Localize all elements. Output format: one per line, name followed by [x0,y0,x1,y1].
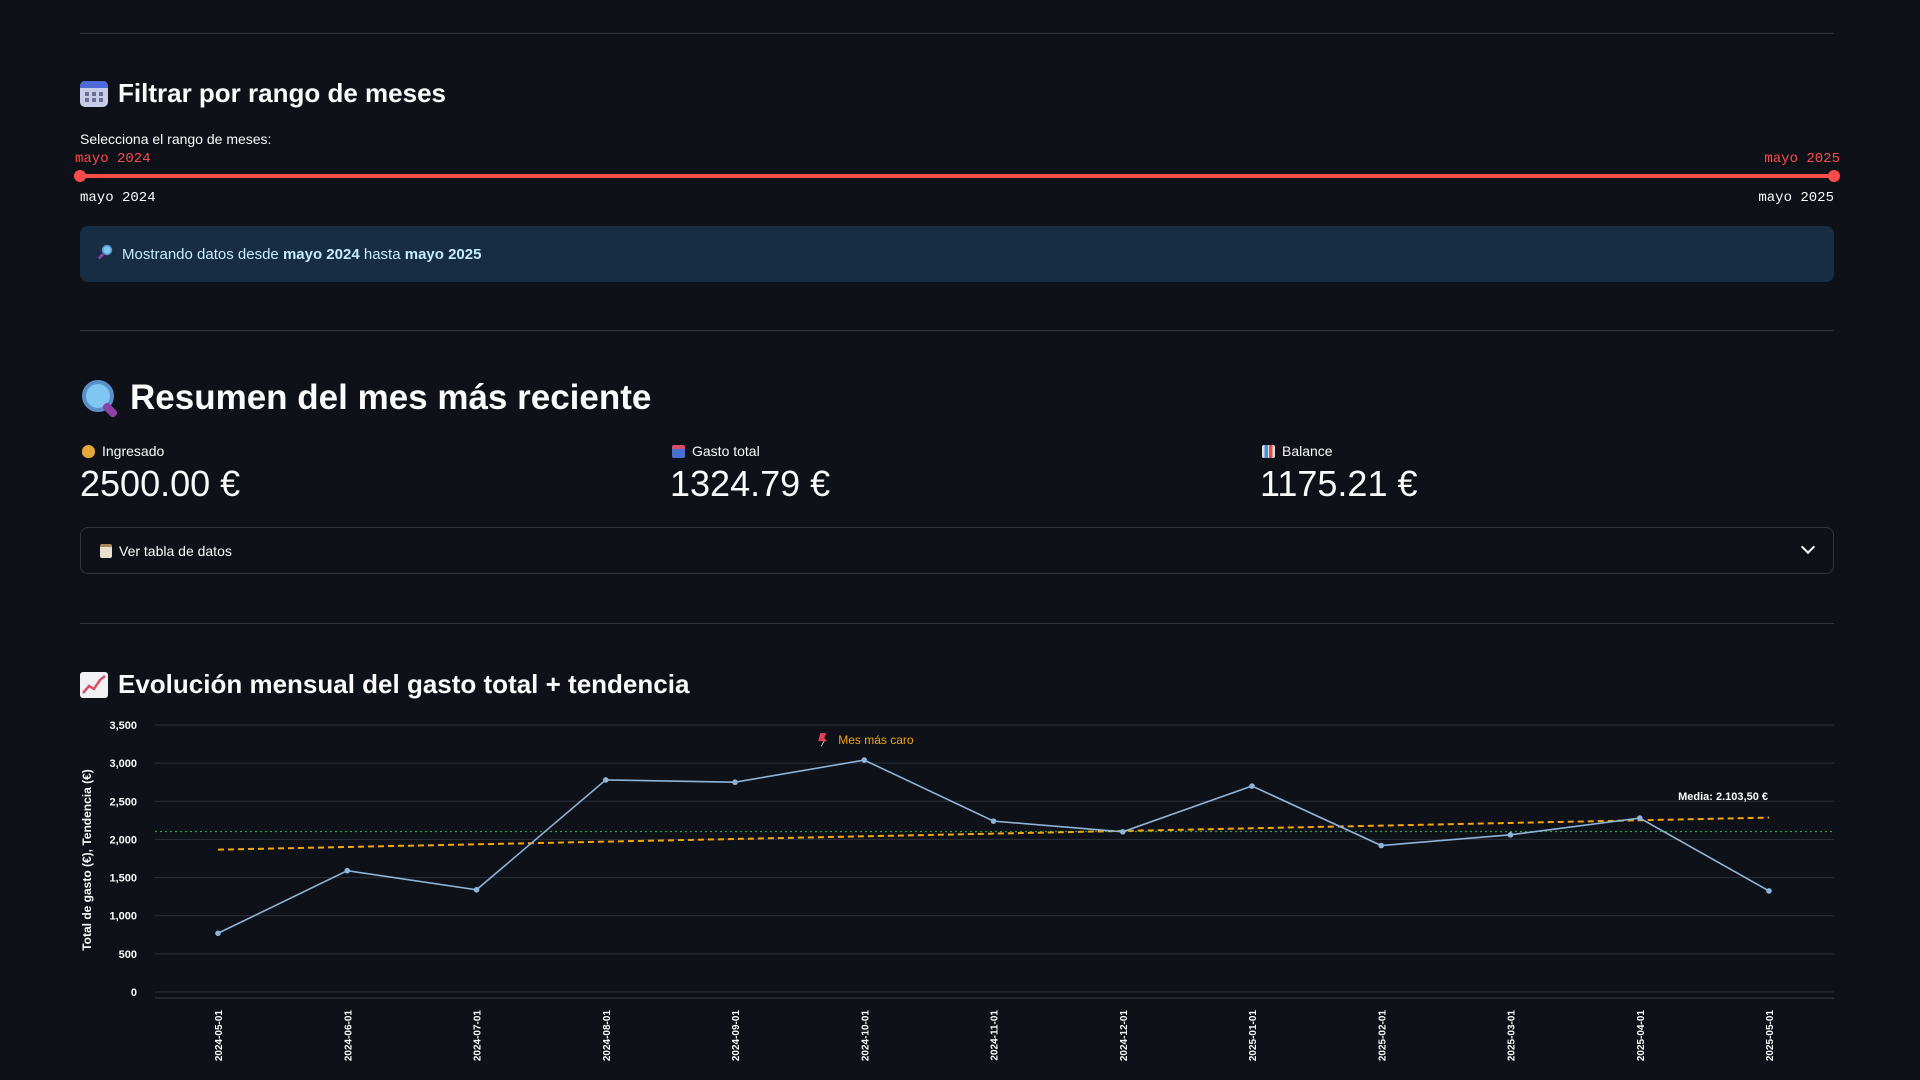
x-tick-label: 2025-03-01 [1507,1010,1518,1062]
y-tick-label: 3,000 [109,758,137,770]
data-point [861,757,868,763]
data-point [1249,783,1255,789]
metric-label-gasto-total: Gasto total [672,443,760,459]
data-point [732,779,738,786]
data-table-expander[interactable]: Ver tabla de datos [80,527,1834,574]
x-tick-label: 2025-02-01 [1377,1010,1388,1062]
filter-heading-text: Filtrar por rango de meses [118,78,446,108]
magnifier-icon [80,378,120,419]
y-tick-label: 500 [119,949,137,961]
pushpin-icon [818,733,828,742]
slider-end-handle[interactable] [1828,170,1840,182]
data-point [473,886,480,893]
y-tick-label: 1,000 [109,911,137,923]
divider-middle [80,330,1834,331]
data-point [1636,815,1643,821]
money-bag-icon [82,444,95,458]
data-point [1507,832,1514,838]
info-prefix: Mostrando datos desde [122,245,279,263]
x-tick-label: 2024-10-01 [860,1010,871,1062]
info-middle: hasta [363,245,401,263]
slider-end-value: mayo 2025 [1764,151,1840,167]
data-point [1378,842,1385,849]
slider-start-value: mayo 2024 [75,151,151,167]
pushpin-needle [820,740,825,747]
x-tick-label: 2025-01-01 [1248,1010,1259,1062]
slider-label: Selecciona el rango de meses: [80,131,272,147]
info-start: mayo 2024 [282,245,360,263]
metric-value-gasto-total: 1324.79 € [670,463,831,504]
metric-label-balance: Balance [1262,443,1333,459]
slider-max-label: mayo 2025 [1758,190,1834,206]
metric-value-balance: 1175.21 € [1260,463,1418,504]
metric-value-ingresado: 2500.00 € [80,463,241,504]
summary-heading-text: Resumen del mes más reciente [130,378,652,417]
data-point [602,777,609,783]
data-point [990,818,997,824]
y-tick-label: 0 [131,987,137,999]
divider-top [80,33,1834,34]
x-tick-label: 2024-09-01 [731,1010,742,1062]
slider-start-handle[interactable] [74,170,86,182]
chevron-down-icon[interactable] [1800,539,1816,555]
expander-label: Ver tabla de datos [119,542,232,559]
metric-label-ingresado: Ingresado [82,443,164,459]
y-tick-label: 2,500 [109,796,137,808]
x-tick-label: 2025-05-01 [1765,1010,1776,1062]
x-tick-label: 2025-04-01 [1636,1010,1647,1062]
x-tick-label: 2024-05-01 [214,1010,225,1062]
spending-icon [672,444,685,458]
divider-bottom [80,623,1834,624]
bar-chart-icon [1262,444,1275,458]
clipboard-icon [100,543,112,558]
data-point [344,867,351,874]
annotation: Mes más caro [818,733,914,747]
y-tick-label: 3,500 [109,720,137,732]
y-tick-label: 2,000 [109,834,137,846]
annotation-label: Mes más caro [838,733,914,747]
data-point [215,930,221,937]
spending-line [217,759,1770,934]
magnifier-icon [97,244,114,264]
mean-label: Media: 2.103,50 € [1678,791,1768,803]
summary-heading: Resumen del mes más reciente [80,378,652,419]
slider-min-label: mayo 2024 [80,190,156,206]
data-point [1119,829,1126,835]
x-tick-label: 2024-08-01 [602,1010,613,1062]
x-tick-label: 2024-06-01 [343,1010,354,1062]
y-axis-label: Total de gasto (€), Tendencia (€) [80,769,94,951]
info-box: Mostrando datos desde mayo 2024 hasta ma… [80,226,1834,282]
spending-line-chart: Total de gasto (€), Tendencia (€) 0 500 1,… [80,720,1834,1062]
range-slider-track[interactable] [80,174,1834,178]
calendar-icon [80,80,108,107]
x-tick-label: 2024-12-01 [1119,1010,1130,1062]
x-tick-label: 2024-11-01 [990,1010,1001,1061]
x-tick-label: 2024-07-01 [473,1010,484,1062]
y-tick-label: 1,500 [109,873,137,885]
filter-heading: Filtrar por rango de meses [80,78,446,109]
info-end: mayo 2025 [404,245,482,263]
data-point [1766,888,1772,894]
